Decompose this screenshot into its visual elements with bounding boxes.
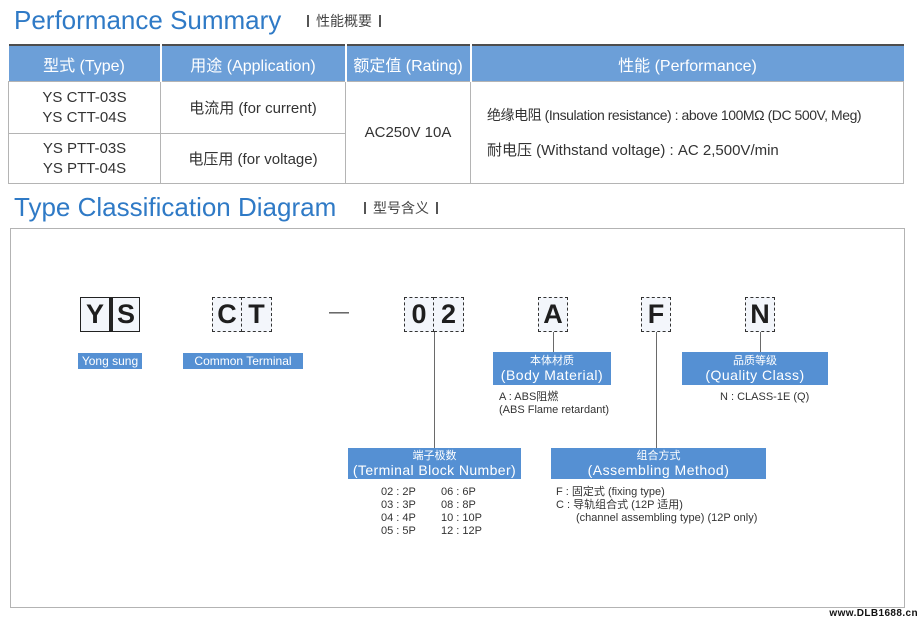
note-line: C : 导轨组合式 (12P 适用) [556, 499, 683, 511]
divider-bar [307, 15, 309, 27]
connector-line [656, 332, 657, 448]
model-name: YS CTT-04S [42, 108, 127, 126]
maker-label: Yong sung [78, 353, 142, 369]
code-letter: C [212, 297, 242, 332]
terminal-block-number-label: 端子极数 (Terminal Block Number) [348, 448, 521, 479]
option-row: 05 : 5P 12 : 12P [381, 525, 482, 538]
assembling-method-notes: F : 固定式 (fixing type) C : 导轨组合式 (12P 适用)… [556, 486, 757, 525]
performance-cell: 绝缘电阻 (Insulation resistance) : above 100… [470, 81, 904, 184]
code-maker: Y S [80, 297, 140, 332]
table-row: YS CTT-03S YS CTT-04S 电流用 (for current) … [8, 81, 904, 184]
quality-class-notes: N : CLASS-1E (Q) [720, 391, 809, 404]
code-terminal: C T [212, 297, 272, 332]
connector-line [434, 332, 435, 448]
code-separator: — [329, 301, 349, 323]
rating-cell: AC250V 10A [345, 81, 471, 184]
note-line: A : ABS阻燃 [499, 391, 559, 403]
insulation-resistance-spec: 绝缘电阻 (Insulation resistance) : above 100… [487, 106, 862, 123]
assembling-method-label: 组合方式 (Assembling Method) [551, 448, 766, 479]
code-body-material: A [538, 297, 568, 332]
label-english: (Assembling Method) [587, 462, 730, 478]
option-item: 08 : 8P [441, 499, 476, 511]
divider-bar [364, 202, 366, 214]
option-item: 04 : 4P [381, 512, 416, 524]
table-header-row: 型式 (Type) 用途 (Application) 额定值 (Rating) … [8, 45, 904, 82]
code-assembling-method: F [641, 297, 671, 332]
label-english: (Body Material) [500, 367, 604, 383]
option-item: 10 : 10P [441, 512, 482, 524]
body-material-notes: A : ABS阻燃 (ABS Flame retardant) [499, 391, 609, 417]
application-cell: 电压用 (for voltage) [160, 133, 346, 184]
label-english: (Terminal Block Number) [352, 462, 517, 478]
code-letter: A [538, 297, 568, 332]
model-name: YS CTT-03S [42, 88, 127, 106]
quality-class-label: 品质等级 (Quality Class) [682, 352, 828, 385]
code-letter: F [641, 297, 671, 332]
performance-summary-title: Performance Summary [14, 5, 282, 35]
code-letter: S [110, 297, 140, 332]
note-line: (ABS Flame retardant) [499, 404, 610, 416]
subtitle-text: 型号含义 [373, 200, 429, 216]
code-block-number: 0 2 [404, 297, 464, 332]
option-row: 03 : 3P 08 : 8P [381, 499, 482, 512]
withstand-voltage-spec: 耐电压 (Withstand voltage) : AC 2,500V/min [487, 141, 779, 159]
option-row: 02 : 2P 06 : 6P [381, 486, 482, 499]
type-classification-title: Type Classification Diagram [14, 192, 337, 222]
header-performance: 性能 (Performance) [469, 45, 904, 82]
block-number-options: 02 : 2P 06 : 6P 03 : 3P 08 : 8P 04 : 4P … [381, 486, 482, 538]
note-line: N : CLASS-1E (Q) [720, 391, 810, 403]
note-line: (channel assembling type) (12P only) [576, 512, 758, 524]
code-quality-class: N [745, 297, 775, 332]
type-classification-subtitle: 型号含义 [357, 199, 445, 217]
code-letter: 2 [434, 297, 464, 332]
header-application: 用途 (Application) [159, 45, 346, 82]
subtitle-text: 性能概要 [316, 13, 372, 29]
note-line: F : 固定式 (fixing type) [556, 486, 665, 498]
model-name: YS PTT-03S [42, 139, 127, 157]
option-item: 03 : 3P [381, 499, 416, 511]
terminal-label: Common Terminal [183, 353, 303, 369]
model-name: YS PTT-04S [42, 159, 127, 177]
option-item: 12 : 12P [441, 525, 482, 537]
type-classification-diagram: Y S C T — 0 2 A F N Yong sung Common Ter… [10, 228, 905, 608]
header-type: 型式 (Type) [8, 45, 161, 82]
body-material-label: 本体材质 (Body Material) [493, 352, 611, 385]
divider-bar [436, 202, 438, 214]
watermark: www.DLB1688.cn [829, 608, 918, 619]
application-cell: 电流用 (for current) [160, 81, 346, 134]
code-letter: 0 [404, 297, 434, 332]
connector-line [760, 332, 761, 352]
performance-table: 型式 (Type) 用途 (Application) 额定值 (Rating) … [8, 44, 904, 184]
type-cell: YS PTT-03S YS PTT-04S [8, 133, 161, 184]
option-item: 02 : 2P [381, 486, 416, 498]
option-item: 05 : 5P [381, 525, 416, 537]
code-letter: N [745, 297, 775, 332]
performance-summary-subtitle: 性能概要 [300, 12, 388, 30]
option-item: 06 : 6P [441, 486, 476, 498]
code-letter: T [242, 297, 272, 332]
code-letter: Y [80, 297, 110, 332]
connector-line [553, 332, 554, 352]
header-rating: 额定值 (Rating) [344, 45, 471, 82]
option-row: 04 : 4P 10 : 10P [381, 512, 482, 525]
label-english: (Quality Class) [705, 367, 805, 383]
type-cell: YS CTT-03S YS CTT-04S [8, 81, 161, 134]
divider-bar [379, 15, 381, 27]
